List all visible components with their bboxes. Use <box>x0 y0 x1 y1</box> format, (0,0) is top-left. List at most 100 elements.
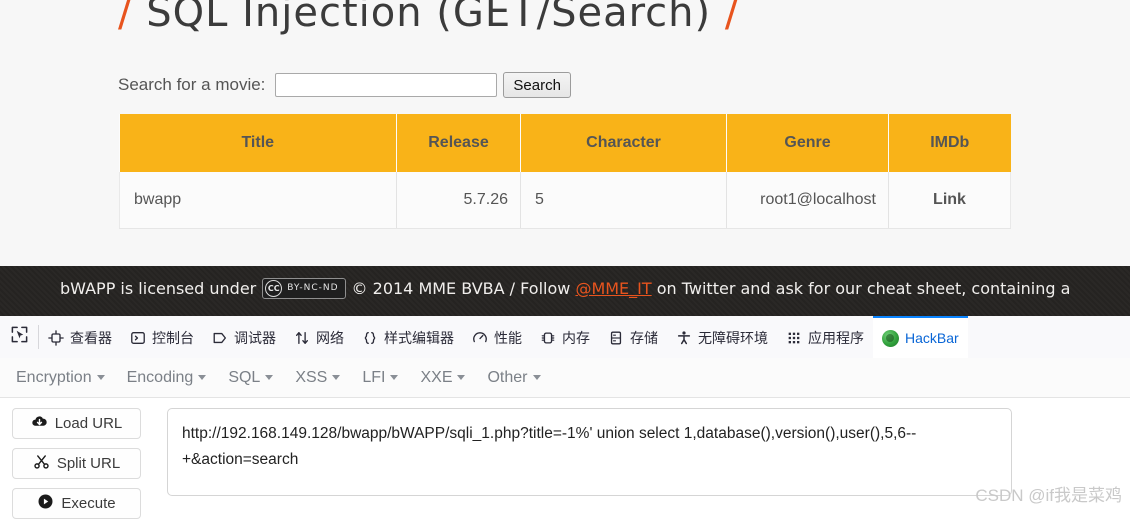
license-text-before: bWAPP is licensed under <box>60 279 257 298</box>
hackbar-url-area <box>141 408 1130 519</box>
chevron-down-icon <box>96 375 105 380</box>
results-table: Title Release Character Genre IMDb bwapp… <box>119 114 1011 229</box>
cc-terms-label: BY-NC-ND <box>287 283 339 293</box>
tab-console[interactable]: 控制台 <box>121 316 203 358</box>
menu-lfi[interactable]: LFI <box>362 368 399 387</box>
execute-label: Execute <box>61 495 116 512</box>
style-editor-icon <box>362 330 378 346</box>
cell-title: bwapp <box>119 172 397 229</box>
tab-inspector-label: 查看器 <box>70 330 112 346</box>
menu-sql[interactable]: SQL <box>228 368 274 387</box>
menu-other[interactable]: Other <box>487 369 541 387</box>
chevron-down-icon <box>332 375 341 380</box>
tab-hackbar[interactable]: HackBar <box>873 316 968 358</box>
bwapp-page: / SQL Injection (GET/Search) / Search fo… <box>0 0 1130 268</box>
menu-lfi-label: LFI <box>362 368 386 386</box>
tab-accessibility-label: 无障碍环境 <box>698 330 768 346</box>
search-input[interactable] <box>275 73 498 97</box>
tab-network-label: 网络 <box>316 330 344 346</box>
page-title-text: SQL Injection (GET/Search) <box>146 0 712 36</box>
mme-twitter-link[interactable]: @MME_IT <box>575 279 651 298</box>
menu-encoding[interactable]: Encoding <box>127 369 207 387</box>
element-picker-button[interactable] <box>0 316 38 358</box>
chevron-down-icon <box>532 375 541 380</box>
cell-character: 5 <box>520 172 727 229</box>
tab-storage-label: 存储 <box>630 330 658 346</box>
storage-icon <box>608 330 624 346</box>
tab-memory-label: 内存 <box>562 330 590 346</box>
column-header-imdb[interactable]: IMDb <box>888 114 1011 172</box>
tab-debugger-label: 调试器 <box>234 330 276 346</box>
table-row: bwapp 5.7.26 5 root1@localhost Link <box>119 172 1011 229</box>
tab-hackbar-label: HackBar <box>905 330 959 346</box>
url-textarea[interactable] <box>167 408 1012 496</box>
license-text-middle: © 2014 MME BVBA / Follow <box>351 279 571 298</box>
scissors-icon <box>33 454 50 474</box>
cc-logo-icon: CC <box>265 280 283 297</box>
screenshot-root: / SQL Injection (GET/Search) / Search fo… <box>0 0 1130 519</box>
license-footer: bWAPP is licensed under CC BY-NC-ND © 2014 … <box>0 266 1130 316</box>
search-button[interactable]: Search <box>503 72 571 98</box>
menu-xxe[interactable]: XXE <box>420 368 466 387</box>
chevron-down-icon <box>198 375 207 380</box>
title-slash-right: / <box>724 0 740 36</box>
tab-network[interactable]: 网络 <box>285 316 353 358</box>
load-url-button[interactable]: Load URL <box>12 408 141 439</box>
cell-genre: root1@localhost <box>726 172 889 229</box>
menu-xxe-label: XXE <box>420 368 453 386</box>
tab-console-label: 控制台 <box>152 330 194 346</box>
devtools-tab-list: 查看器 控制台 调试器 网络 样式编辑器 性能 内存 存储 无障碍环境 应用程序… <box>39 316 1130 358</box>
license-text-after: on Twitter and ask for our cheat sheet, … <box>656 279 1071 298</box>
split-url-button[interactable]: Split URL <box>12 448 141 479</box>
chevron-down-icon <box>457 375 466 380</box>
tab-style-editor-label: 样式编辑器 <box>384 330 454 346</box>
search-form: Search for a movie: Search <box>118 72 571 98</box>
tab-application[interactable]: 应用程序 <box>777 316 873 358</box>
hackbar-menubar: Encryption Encoding SQL XSS LFI XXE Othe… <box>0 358 1130 398</box>
menu-xss-label: XSS <box>295 368 328 386</box>
hackbar-body: Load URL Split URL Execute http://192.16… <box>0 399 1130 519</box>
tab-style-editor[interactable]: 样式编辑器 <box>353 316 463 358</box>
menu-xss[interactable]: XSS <box>295 368 341 387</box>
menu-sql-label: SQL <box>228 368 261 386</box>
menu-encryption[interactable]: Encryption <box>16 369 105 387</box>
cell-imdb-link[interactable]: Link <box>888 172 1011 229</box>
chevron-down-icon <box>390 375 399 380</box>
title-slash-left: / <box>118 0 133 36</box>
tab-accessibility[interactable]: 无障碍环境 <box>667 316 777 358</box>
menu-encoding-label: Encoding <box>126 368 194 386</box>
tab-debugger[interactable]: 调试器 <box>203 316 285 358</box>
chevron-down-icon <box>265 375 274 380</box>
page-title: / SQL Injection (GET/Search) / <box>118 0 739 36</box>
table-header-row: Title Release Character Genre IMDb <box>119 114 1011 172</box>
console-icon <box>130 330 146 346</box>
performance-icon <box>472 330 488 346</box>
memory-icon <box>540 330 556 346</box>
hackbar-panel: Encryption Encoding SQL XSS LFI XXE Othe… <box>0 358 1130 519</box>
column-header-genre[interactable]: Genre <box>726 114 889 172</box>
execute-button[interactable]: Execute <box>12 488 141 519</box>
tab-memory[interactable]: 内存 <box>531 316 599 358</box>
column-header-release[interactable]: Release <box>396 114 521 172</box>
inspector-icon <box>48 330 64 346</box>
hackbar-action-buttons: Load URL Split URL Execute <box>12 408 141 519</box>
element-picker-icon <box>10 325 29 349</box>
devtools-toolbar: 查看器 控制台 调试器 网络 样式编辑器 性能 内存 存储 无障碍环境 应用程序… <box>0 316 1130 359</box>
play-icon <box>37 493 54 514</box>
debugger-icon <box>212 330 228 346</box>
column-header-title[interactable]: Title <box>119 114 397 172</box>
hackbar-icon <box>882 329 899 347</box>
tab-storage[interactable]: 存储 <box>599 316 667 358</box>
creative-commons-badge: CC BY-NC-ND <box>262 278 346 299</box>
menu-encryption-label: Encryption <box>16 368 92 386</box>
network-icon <box>294 330 310 346</box>
accessibility-icon <box>676 330 692 346</box>
search-label: Search for a movie: <box>118 75 266 94</box>
tab-performance-label: 性能 <box>494 330 522 346</box>
tab-inspector[interactable]: 查看器 <box>39 316 121 358</box>
column-header-character[interactable]: Character <box>520 114 727 172</box>
cell-release: 5.7.26 <box>396 172 521 229</box>
tab-application-label: 应用程序 <box>808 330 864 346</box>
cloud-download-icon <box>31 414 48 433</box>
tab-performance[interactable]: 性能 <box>463 316 531 358</box>
